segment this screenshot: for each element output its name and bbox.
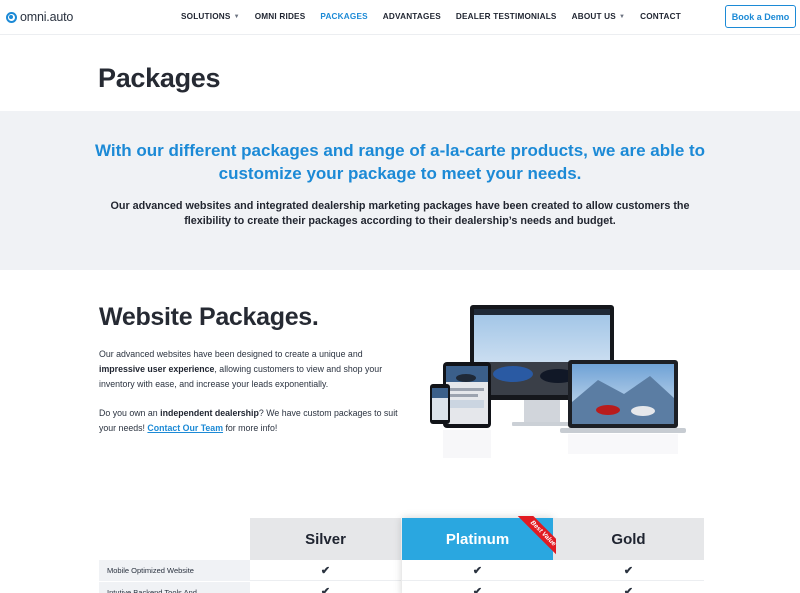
text-bold: independent dealership	[160, 408, 259, 418]
check-icon: ✔	[472, 564, 483, 577]
book-demo-button[interactable]: Book a Demo	[725, 5, 796, 28]
check-icon: ✔	[320, 564, 331, 577]
website-packages-title: Website Packages.	[99, 303, 319, 331]
nav-label: DEALER TESTIMONIALS	[455, 12, 557, 21]
nav-item-contact[interactable]: CONTACT	[640, 12, 681, 21]
feature-cell: ✔	[250, 560, 401, 581]
site-header: omni.auto SOLUTIONS ▼ OMNI RIDES PACKAGES…	[0, 0, 800, 35]
nav-item-omni-rides[interactable]: OMNI RIDES	[255, 12, 306, 21]
chevron-down-icon: ▼	[233, 13, 240, 20]
nav-item-packages[interactable]: PACKAGES	[320, 12, 367, 21]
website-packages-description: Our advanced websites have been designed…	[99, 347, 399, 392]
intro-band: With our different packages and range of…	[0, 111, 800, 270]
text-bold: impressive user experience	[99, 364, 215, 374]
nav-label: SOLUTIONS	[181, 12, 231, 21]
feature-row-label: Mobile Optimized Website	[99, 560, 250, 581]
nav-label: CONTACT	[640, 12, 681, 21]
feature-row-label: Intutive Backend Tools And	[99, 582, 250, 593]
feature-labels: Mobile Optimized Website Intutive Backen…	[99, 560, 250, 593]
feature-cell: ✔	[553, 581, 704, 593]
best-value-badge: Best Value	[514, 516, 556, 562]
nav-label: PACKAGES	[320, 12, 368, 21]
plan-title-gold: Gold	[553, 518, 704, 560]
feature-cell: ✔	[553, 560, 704, 581]
text-run: for more info!	[223, 423, 278, 433]
nav-label: ABOUT US	[571, 12, 616, 21]
check-icon: ✔	[320, 585, 331, 593]
logo-icon	[6, 11, 17, 23]
text-run: Our advanced websites have been designed…	[99, 349, 363, 359]
main-nav: SOLUTIONS ▼ OMNI RIDES PACKAGES ADVANTAGE…	[181, 12, 696, 21]
plan-column-gold: Gold ✔ ✔	[553, 518, 704, 593]
nav-label: ADVANTAGES	[382, 12, 441, 21]
check-icon: ✔	[623, 585, 634, 593]
independent-dealership-note: Do you own an independent dealership? We…	[99, 406, 399, 436]
intro-body: Our advanced websites and integrated dea…	[110, 200, 690, 227]
nav-item-about-us[interactable]: ABOUT US ▼	[572, 12, 626, 21]
nav-label: OMNI RIDES	[254, 12, 306, 21]
contact-our-team-link[interactable]: Contact Our Team	[147, 423, 223, 433]
feature-cell: ✔	[402, 560, 553, 581]
plan-title-silver: Silver	[250, 518, 401, 560]
check-icon: ✔	[472, 585, 483, 593]
logo[interactable]: omni.auto	[6, 10, 73, 24]
nav-item-dealer-testimonials[interactable]: DEALER TESTIMONIALS	[456, 12, 557, 21]
chevron-down-icon: ▼	[618, 13, 626, 20]
check-icon: ✔	[623, 564, 634, 577]
page-title: Packages	[98, 63, 221, 93]
feature-cell: ✔	[402, 581, 553, 593]
nav-item-solutions[interactable]: SOLUTIONS ▼	[181, 12, 240, 21]
best-value-ribbon: Best Value	[510, 516, 556, 562]
devices-mockup-image	[430, 305, 686, 458]
feature-cell: ✔	[250, 581, 401, 593]
logo-text: omni.auto	[20, 10, 74, 24]
text-run: Do you own an	[99, 408, 161, 418]
plan-column-silver: Silver ✔ ✔	[250, 518, 401, 593]
nav-item-advantages[interactable]: ADVANTAGES	[383, 12, 441, 21]
intro-lead: With our different packages and range of…	[94, 141, 706, 183]
